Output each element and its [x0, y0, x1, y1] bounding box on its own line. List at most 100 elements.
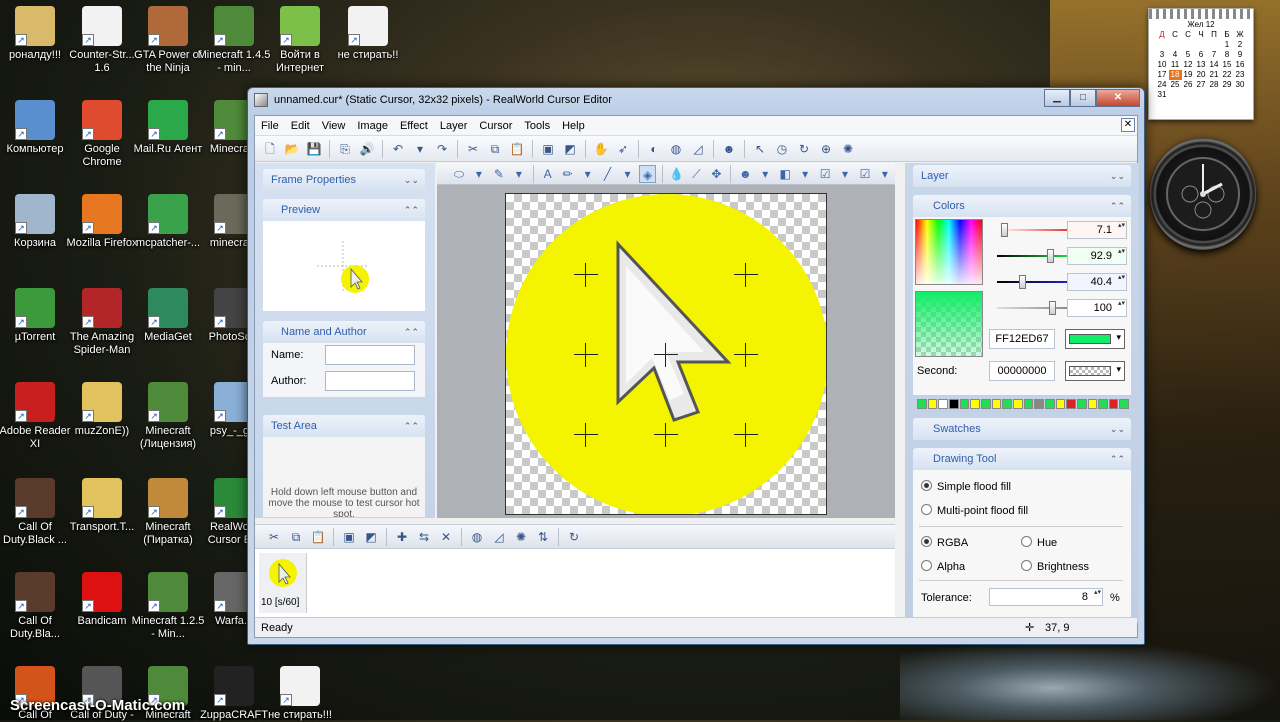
target-icon[interactable]: ⊕: [817, 140, 835, 158]
calendar-day[interactable]: 16: [1234, 60, 1247, 70]
redo-icon[interactable]: ↷: [433, 140, 451, 158]
palette-swatch[interactable]: [1044, 399, 1055, 409]
move-tool-icon[interactable]: ✥: [708, 165, 724, 183]
palette-swatch[interactable]: [980, 399, 991, 409]
calendar-day[interactable]: 22: [1221, 70, 1234, 80]
calendar-day[interactable]: 13: [1195, 60, 1208, 70]
desktop-icon[interactable]: ↗ Call Of Duty.Bla...: [0, 572, 73, 641]
test-area-header[interactable]: Test Area ⌃⌃: [263, 415, 425, 437]
desktop-icon[interactable]: ↗ Minecraft (Лицензия): [130, 382, 206, 451]
calendar-day[interactable]: 28: [1208, 80, 1221, 90]
desktop-icon[interactable]: ↗ ZuppaCRAFT: [196, 666, 272, 722]
calendar-day[interactable]: 31: [1156, 90, 1169, 100]
insert-frame-icon[interactable]: ✚: [393, 528, 411, 546]
duplicate-frame-icon[interactable]: ⇆: [415, 528, 433, 546]
cursor-editor-window[interactable]: unnamed.cur* (Static Cursor, 32x32 pixel…: [247, 87, 1145, 645]
refresh-icon[interactable]: ↻: [565, 528, 583, 546]
palette-swatch[interactable]: [1087, 399, 1098, 409]
desktop-icon[interactable]: ↗ Transport.T...: [64, 478, 140, 534]
desktop-icon[interactable]: ↗ GTA Power of the Ninja: [130, 6, 206, 75]
calendar-day[interactable]: 2: [1234, 40, 1247, 50]
desktop-icon[interactable]: ↗ mcpatcher-...: [130, 194, 206, 250]
calendar-day[interactable]: 29: [1221, 80, 1234, 90]
save-icon[interactable]: 💾: [305, 140, 323, 158]
palette-swatch[interactable]: [1076, 399, 1087, 409]
calendar-day[interactable]: 11: [1169, 60, 1182, 70]
calendar-day[interactable]: 5: [1182, 50, 1195, 60]
undo-dropdown-icon[interactable]: ▾: [411, 140, 429, 158]
spin-icon[interactable]: ↻: [795, 140, 813, 158]
cut-icon[interactable]: ✂: [464, 140, 482, 158]
tolerance-field[interactable]: 8: [989, 588, 1103, 606]
layers-icon[interactable]: ▣: [539, 140, 557, 158]
paste-icon[interactable]: 📋: [508, 140, 526, 158]
chevron-up-icon[interactable]: ⌃⌃: [404, 321, 419, 343]
calendar-gadget[interactable]: Жел 12 Д С С Ч П Б Ж 1 2 3 4 5 6 7 8 9 10 11 12 13 14 15 16 17 1…: [1148, 8, 1254, 120]
menu-edit[interactable]: Edit: [285, 116, 316, 136]
preview-header[interactable]: Preview ⌃⌃: [263, 199, 425, 221]
hue-radio[interactable]: Hue: [1021, 536, 1057, 549]
drop-tool-icon[interactable]: 💧: [669, 165, 685, 183]
open-folder-icon[interactable]: 📂: [283, 140, 301, 158]
palette-swatch[interactable]: [959, 399, 970, 409]
frame-layers-icon[interactable]: ▣: [340, 528, 358, 546]
frame-properties-header[interactable]: Frame Properties ⌄⌄: [263, 169, 425, 191]
line-tool-icon[interactable]: ╱: [600, 165, 616, 183]
desktop-icon[interactable]: ↗ Call Of Duty.Black ...: [0, 478, 73, 547]
test-area-panel[interactable]: Hold down left mouse button and move the…: [263, 437, 425, 517]
chevron-up-icon[interactable]: ⌃⌃: [1110, 195, 1125, 217]
desktop-icon[interactable]: ↗ Компьютер: [0, 100, 73, 156]
desktop-icon[interactable]: ↗ Google Chrome: [64, 100, 140, 169]
dropdown-icon[interactable]: ▾: [757, 165, 773, 183]
drawing-tool-header[interactable]: Drawing Tool ⌃⌃: [913, 448, 1131, 470]
calendar-day[interactable]: 19: [1182, 70, 1195, 80]
calendar-day[interactable]: 8: [1221, 50, 1234, 60]
palette-swatch[interactable]: [1108, 399, 1119, 409]
calendar-day[interactable]: 4: [1169, 50, 1182, 60]
palette-swatch[interactable]: [1002, 399, 1012, 409]
frame-paste-icon[interactable]: 📋: [309, 528, 327, 546]
alpha-square[interactable]: [915, 291, 983, 357]
maximize-button[interactable]: □: [1070, 89, 1096, 107]
dropdown-icon[interactable]: ▾: [797, 165, 813, 183]
menu-view[interactable]: View: [316, 116, 352, 136]
alpha-radio[interactable]: Alpha: [921, 560, 965, 573]
eyedropper-icon[interactable]: ⟋: [689, 165, 705, 183]
chevron-up-icon[interactable]: ⌃⌃: [404, 415, 419, 437]
green-slider[interactable]: [1047, 249, 1054, 263]
hex-color-field[interactable]: FF12ED67: [989, 329, 1055, 349]
hand-icon[interactable]: ✋: [592, 140, 610, 158]
desktop-icon[interactable]: ↗ Mozilla Firefox: [64, 194, 140, 250]
chevron-up-icon[interactable]: ⌃⌃: [404, 199, 419, 221]
calendar-day[interactable]: 9: [1234, 50, 1247, 60]
new-file-icon[interactable]: 🗋: [261, 140, 279, 158]
brightness-radio[interactable]: Brightness: [1021, 560, 1089, 573]
layer-header[interactable]: Layer ⌄⌄: [913, 165, 1131, 187]
dropdown-icon[interactable]: ▾: [837, 165, 853, 183]
menu-help[interactable]: Help: [556, 116, 591, 136]
palette-swatch[interactable]: [991, 399, 1002, 409]
title-bar[interactable]: unnamed.cur* (Static Cursor, 32x32 pixel…: [248, 88, 1144, 112]
frame-ruler-icon[interactable]: ◿: [490, 528, 508, 546]
check-tool-icon[interactable]: ☑: [817, 165, 833, 183]
palette-swatch[interactable]: [1055, 399, 1066, 409]
contrast-icon[interactable]: ◐: [645, 140, 663, 158]
clock-gadget[interactable]: [1150, 138, 1256, 250]
close-button[interactable]: ✕: [1096, 89, 1140, 107]
palette-swatch[interactable]: [927, 399, 938, 409]
palette-swatch[interactable]: [1012, 399, 1023, 409]
calendar-day[interactable]: 23: [1234, 70, 1247, 80]
frame-sort-icon[interactable]: ⇅: [534, 528, 552, 546]
desktop-icon[interactable]: ↗ The Amazing Spider-Man: [64, 288, 140, 357]
undo-icon[interactable]: ↶: [389, 140, 407, 158]
sound-icon[interactable]: 🔊: [358, 140, 376, 158]
dropdown-icon[interactable]: ▾: [620, 165, 636, 183]
second-color-dropdown[interactable]: ▾: [1065, 361, 1125, 381]
dropdown-icon[interactable]: ▾: [471, 165, 487, 183]
frame-cut-icon[interactable]: ✂: [265, 528, 283, 546]
globe-icon[interactable]: ◍: [667, 140, 685, 158]
frame-effect-icon[interactable]: ◍: [468, 528, 486, 546]
desktop-icon[interactable]: ↗ Mail.Ru Агент: [130, 100, 206, 156]
ellipse-tool-icon[interactable]: ⬭: [451, 165, 467, 183]
chevron-up-icon[interactable]: ⌃⌃: [1110, 448, 1125, 470]
